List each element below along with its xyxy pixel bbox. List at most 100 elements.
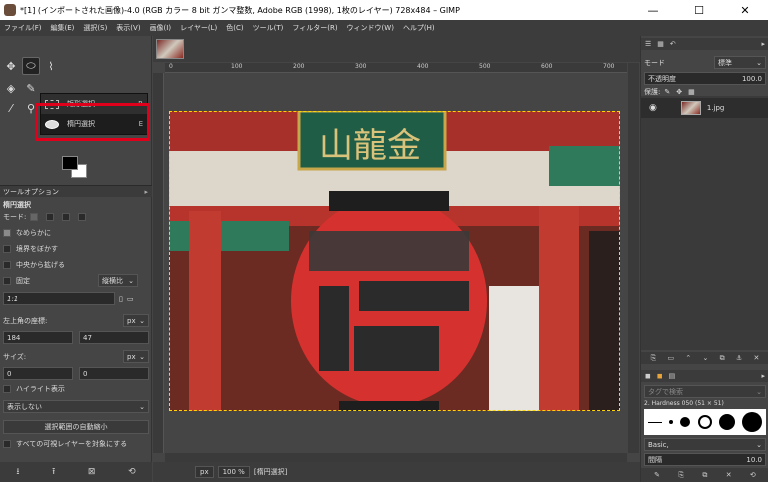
landscape-icon[interactable]: ▭ [127,295,134,303]
lower-layer-icon[interactable]: ⌄ [703,354,709,362]
all-layers-option[interactable]: すべての可視レイヤーを対象にする [3,439,149,449]
raise-layer-icon[interactable]: ⌃ [685,354,691,362]
feather-checkbox[interactable] [3,245,11,253]
fg-bg-colors[interactable] [62,156,90,182]
size-unit-combo[interactable]: px ⌄ [123,350,149,363]
mode-intersect-icon[interactable] [78,213,87,221]
feather-option[interactable]: 境界をぼかす [3,244,149,254]
portrait-icon[interactable]: ▯ [119,295,123,303]
color-picker-tool-icon[interactable]: ⁄ [2,99,20,117]
menu-layer[interactable]: レイヤー(L) [180,23,217,33]
paths-tab-icon[interactable]: ↶ [670,40,676,48]
lock-pixels-icon[interactable]: ✎ [664,88,670,96]
dock-menu-icon[interactable]: ▸ [761,372,765,380]
brush-medium[interactable] [680,417,691,427]
spacing-row[interactable]: 間隔 10.0 [644,453,766,466]
spacing-slider[interactable]: 間隔 10.0 [644,453,766,466]
maximize-button[interactable]: ☐ [676,0,722,20]
layer-mode-combo[interactable]: 標準 ⌄ [714,56,766,69]
delete-brush-icon[interactable]: ✕ [726,471,732,479]
guides-combo[interactable]: 表示しない ⌄ [3,400,149,413]
tag-search-field[interactable]: タグで検索 ⌄ [644,385,766,398]
menu-select[interactable]: 選択(S) [83,23,107,33]
pattern-tab-icon[interactable]: ◼ [657,372,663,380]
visibility-eye-icon[interactable]: ◉ [649,103,657,113]
menu-view[interactable]: 表示(V) [116,23,140,33]
tool-options-tab[interactable]: ツールオプション ▸ [0,185,152,197]
menu-image[interactable]: 画像(I) [150,23,172,33]
pos-x-field[interactable]: 184 [3,331,73,344]
menu-colors[interactable]: 色(C) [226,23,243,33]
delete-layer-icon[interactable]: ✕ [753,354,759,362]
move-tool-icon[interactable]: ✥ [2,57,20,75]
anchor-icon[interactable]: ⚓ [736,354,742,362]
layers-tab-icon[interactable]: ☰ [645,40,651,48]
refresh-brushes-icon[interactable]: ⟲ [750,471,756,479]
dock-menu-icon[interactable]: ▸ [761,40,765,48]
brush-line[interactable] [647,421,662,423]
vertical-ruler[interactable] [153,73,164,453]
fixed-checkbox[interactable] [3,276,11,285]
position-unit-combo[interactable]: px ⌄ [123,314,149,327]
lock-position-icon[interactable]: ✥ [676,88,682,96]
antialias-checkbox[interactable] [3,229,11,237]
zoom-combo[interactable]: 100 % [217,466,250,478]
menu-filters[interactable]: フィルター(R) [292,23,337,33]
expand-center-checkbox[interactable] [3,261,11,269]
ratio-field[interactable]: 1:1 [3,292,115,305]
duplicate-layer-icon[interactable]: ⧉ [720,354,725,363]
opacity-row[interactable]: 不透明度 100.0 [644,72,766,85]
size-w-field[interactable]: 0 [3,367,73,380]
image-tab-thumbnail[interactable] [156,39,184,59]
gradient-tab-icon[interactable]: ▤ [669,372,676,380]
minimize-button[interactable]: — [630,0,676,20]
new-folder-icon[interactable]: ▭ [668,354,675,362]
tab-menu-icon[interactable]: ▸ [144,188,148,196]
brush-xlarge[interactable] [742,412,763,432]
fixed-mode-combo[interactable]: 縦横比 ⌄ [98,274,138,287]
restore-options-icon[interactable]: ⭱ [52,464,55,480]
mode-add-icon[interactable] [46,213,55,221]
paintbrush-tool-icon[interactable]: ✎ [22,79,40,97]
highlight-checkbox[interactable] [3,385,11,393]
close-button[interactable]: ✕ [722,0,768,20]
channels-tab-icon[interactable]: ▦ [657,40,664,48]
horizontal-scrollbar[interactable] [165,453,627,462]
brush-large[interactable] [718,414,735,430]
size-h-field[interactable]: 0 [79,367,149,380]
menu-edit[interactable]: 編集(E) [51,23,75,33]
new-brush-icon[interactable]: ⎘ [678,471,684,480]
brush-small[interactable] [668,420,673,424]
all-layers-checkbox[interactable] [3,440,11,448]
unit-combo[interactable]: px [195,466,214,478]
menu-file[interactable]: ファイル(F) [4,23,42,33]
menu-help[interactable]: ヘルプ(H) [403,23,435,33]
pos-y-field[interactable]: 47 [79,331,149,344]
lasso-tool-icon[interactable]: ⌇ [42,57,60,75]
lock-alpha-icon[interactable]: ▦ [688,88,695,96]
reset-options-icon[interactable]: ⟲ [128,467,136,477]
brush-tab-icon[interactable]: ◼ [645,372,651,380]
brush-preset-combo[interactable]: Basic, ⌄ [644,438,766,451]
new-layer-icon[interactable]: ⎘ [651,354,657,363]
antialias-option[interactable]: なめらかに [3,228,149,238]
brush-selected[interactable] [697,415,712,429]
opacity-slider[interactable]: 不透明度 100.0 [644,72,766,85]
highlight-option[interactable]: ハイライト表示 [3,384,149,394]
duplicate-brush-icon[interactable]: ⧉ [702,471,707,480]
bucket-fill-tool-icon[interactable]: ◈ [2,79,20,97]
expand-center-option[interactable]: 中央から拡げる [3,260,149,270]
horizontal-ruler[interactable]: 0 100 200 300 400 500 600 700 [165,63,627,73]
ellipse-select-tool-icon[interactable]: ⬭ [22,57,40,75]
delete-options-icon[interactable]: ⊠ [88,467,96,477]
layer-row[interactable]: ◉ 1.jpg [641,98,768,118]
edit-brush-icon[interactable]: ✎ [654,471,660,479]
menu-windows[interactable]: ウィンドウ(W) [347,23,394,33]
brush-grid[interactable] [644,409,766,435]
mode-replace-icon[interactable] [30,213,39,221]
mode-subtract-icon[interactable] [62,213,71,221]
vertical-scrollbar[interactable] [628,63,639,453]
canvas-image[interactable]: 山龍金 [169,111,620,411]
auto-shrink-button[interactable]: 選択範囲の自動縮小 [3,420,149,434]
foreground-color-swatch[interactable] [62,156,78,170]
